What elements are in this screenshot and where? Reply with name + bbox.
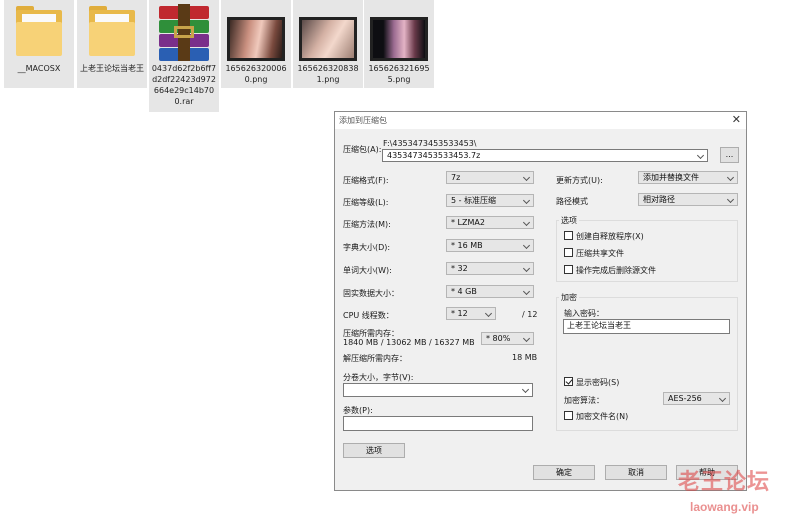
solid-label: 固实数据大小： (343, 289, 399, 298)
file-name: 1656263216955.png (368, 64, 430, 84)
method-label: 压缩方法(M): (343, 220, 391, 229)
file-png-3[interactable]: 1656263216955.png (364, 0, 434, 88)
delete-checkbox[interactable] (564, 265, 573, 274)
solid-select[interactable]: * 4 GB (446, 285, 534, 298)
folder-icon (13, 4, 65, 60)
image-thumbnail (299, 4, 357, 61)
watermark-url: laowang.vip (690, 500, 759, 514)
update-mode-select[interactable]: 添加并替换文件 (638, 171, 738, 184)
dialog-title: 添加到压缩包 (339, 116, 387, 125)
title-bar: 添加到压缩包 ✕ (335, 112, 746, 129)
options-group-title: 选项 (559, 215, 579, 226)
split-label: 分卷大小，字节(V): (343, 373, 414, 382)
encrypt-names-label: 加密文件名(N) (576, 412, 629, 421)
split-size-input[interactable] (343, 383, 533, 397)
archive-path: F:\4353473453533453\ (383, 139, 477, 148)
delete-label: 操作完成后删除源文件 (576, 266, 656, 275)
password-label: 输入密码： (564, 309, 604, 318)
update-label: 更新方式(U): (556, 176, 603, 185)
chevron-down-icon[interactable] (521, 385, 530, 394)
watermark-logo: 老王论坛 (678, 469, 771, 495)
cpu-select[interactable]: * 12 (446, 307, 496, 320)
chevron-down-icon[interactable] (696, 151, 705, 160)
file-laowang-folder[interactable]: 上老王论坛当老王 (77, 0, 147, 88)
sfx-label: 创建自释放程序(X) (576, 232, 644, 241)
folder-icon (86, 4, 138, 60)
chevron-down-icon (522, 218, 531, 227)
chevron-down-icon (522, 241, 531, 250)
file-macosx-folder[interactable]: __MACOSX (4, 0, 74, 88)
file-rar-archive[interactable]: 0437d62f2b6ff7d2df22423d972664e29c14b700… (149, 0, 219, 112)
method-select[interactable]: * LZMA2 (446, 216, 534, 229)
image-thumbnail (227, 4, 285, 61)
file-name: __MACOSX (17, 64, 61, 73)
image-thumbnail (370, 4, 428, 61)
chevron-down-icon (718, 394, 727, 403)
encrypt-names-checkbox[interactable] (564, 411, 573, 420)
memory-percent-select[interactable]: * 80% (481, 332, 534, 345)
chevron-down-icon (522, 287, 531, 296)
word-label: 单词大小(W): (343, 266, 392, 275)
chevron-down-icon (726, 195, 735, 204)
path-mode-select[interactable]: 相对路径 (638, 193, 738, 206)
chevron-down-icon (522, 264, 531, 273)
chevron-down-icon (484, 309, 493, 318)
chevron-down-icon (522, 173, 531, 182)
params-label: 参数(P): (343, 406, 373, 415)
file-png-1[interactable]: 1656263200060.png (221, 0, 291, 88)
format-label: 压缩格式(F): (343, 176, 389, 185)
chevron-down-icon (522, 196, 531, 205)
word-select[interactable]: * 32 (446, 262, 534, 275)
archive-name-input[interactable]: 4353473453533453.7z (382, 149, 708, 162)
memory-detail: 1840 MB / 13062 MB / 16327 MB (343, 338, 475, 347)
ok-button[interactable]: 确定 (533, 465, 595, 480)
dict-label: 字典大小(D): (343, 243, 391, 252)
add-to-archive-dialog: 添加到压缩包 ✕ 压缩包(A): F:\4353473453533453\ 43… (334, 111, 747, 491)
file-png-2[interactable]: 1656263208381.png (293, 0, 363, 88)
decomp-value: 18 MB (512, 353, 538, 362)
close-icon[interactable]: ✕ (732, 113, 741, 126)
cancel-button[interactable]: 取消 (605, 465, 667, 480)
shared-checkbox[interactable] (564, 248, 573, 257)
path-mode-label: 路径模式 (556, 197, 588, 206)
winrar-archive-icon (158, 4, 210, 61)
password-input[interactable]: 上老王论坛当老王 (563, 319, 730, 334)
file-name: 0437d62f2b6ff7d2df22423d972664e29c14b700… (151, 64, 217, 106)
cpu-label: CPU 线程数： (343, 311, 394, 320)
encryption-method-label: 加密算法： (564, 396, 604, 405)
encryption-group-title: 加密 (559, 292, 579, 303)
shared-label: 压缩共享文件 (576, 249, 624, 258)
file-name: 1656263200060.png (225, 64, 287, 84)
show-password-checkbox[interactable] (564, 377, 573, 386)
level-select[interactable]: 5 - 标准压缩 (446, 194, 534, 207)
decomp-label: 解压缩所需内存： (343, 354, 407, 363)
dict-select[interactable]: * 16 MB (446, 239, 534, 252)
file-name: 1656263208381.png (297, 64, 359, 84)
show-password-label: 显示密码(S) (576, 378, 620, 387)
file-name: 上老王论坛当老王 (80, 64, 144, 73)
level-label: 压缩等级(L): (343, 198, 389, 207)
browse-button[interactable]: ... (720, 147, 739, 163)
params-input[interactable] (343, 416, 533, 431)
sfx-checkbox[interactable] (564, 231, 573, 240)
format-select[interactable]: 7z (446, 171, 534, 184)
chevron-down-icon (522, 334, 531, 343)
cpu-max: / 12 (522, 310, 538, 319)
options-button[interactable]: 选项 (343, 443, 405, 458)
chevron-down-icon (726, 173, 735, 182)
archive-label: 压缩包(A): (343, 145, 382, 154)
encryption-method-select[interactable]: AES-256 (663, 392, 730, 405)
